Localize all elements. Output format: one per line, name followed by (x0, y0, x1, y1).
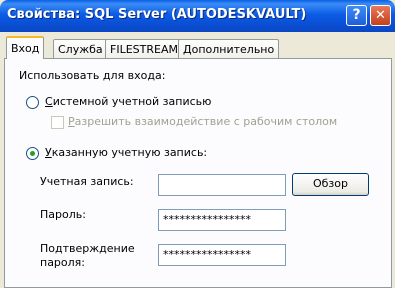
tab-logon[interactable]: Вход (6, 36, 45, 59)
tab-service[interactable]: Служба (53, 39, 108, 59)
confirm-password-label-line1: Подтверждение (40, 242, 135, 255)
browse-button[interactable]: Обзор (292, 173, 369, 196)
close-button[interactable]: ✕ (370, 5, 391, 26)
radio-selected-dot (30, 151, 35, 156)
help-button[interactable]: ? (346, 5, 367, 26)
system-account-label[interactable]: Системной учетной записью (45, 95, 211, 108)
tab-filestream[interactable]: FILESTREAM (105, 39, 183, 59)
allow-desktop-checkbox[interactable] (51, 116, 64, 129)
system-account-radio[interactable] (26, 96, 39, 109)
tab-panel-logon: Использовать для входа: Системной учетно… (4, 58, 392, 288)
allow-desktop-label: Разрешить взаимодействие с рабочим столо… (68, 115, 338, 128)
logon-group-label: Использовать для входа: (19, 69, 166, 82)
account-input[interactable] (158, 174, 286, 196)
window-title: Свойства: SQL Server (AUTODESKVAULT) (7, 7, 307, 22)
password-label: Пароль: (40, 208, 86, 221)
properties-dialog: Свойства: SQL Server (AUTODESKVAULT) ? ✕… (0, 0, 395, 288)
password-input[interactable]: **************** (158, 209, 286, 231)
this-account-label[interactable]: Указанную учетную запись: (45, 146, 207, 159)
this-account-radio[interactable] (26, 147, 39, 160)
tab-advanced[interactable]: Дополнительно (178, 39, 280, 59)
account-label: Учетная запись: (40, 175, 134, 188)
confirm-password-input[interactable]: **************** (158, 244, 286, 266)
confirm-password-label-line2: пароля: (40, 256, 85, 269)
title-bar[interactable]: Свойства: SQL Server (AUTODESKVAULT) ? ✕ (0, 0, 395, 32)
